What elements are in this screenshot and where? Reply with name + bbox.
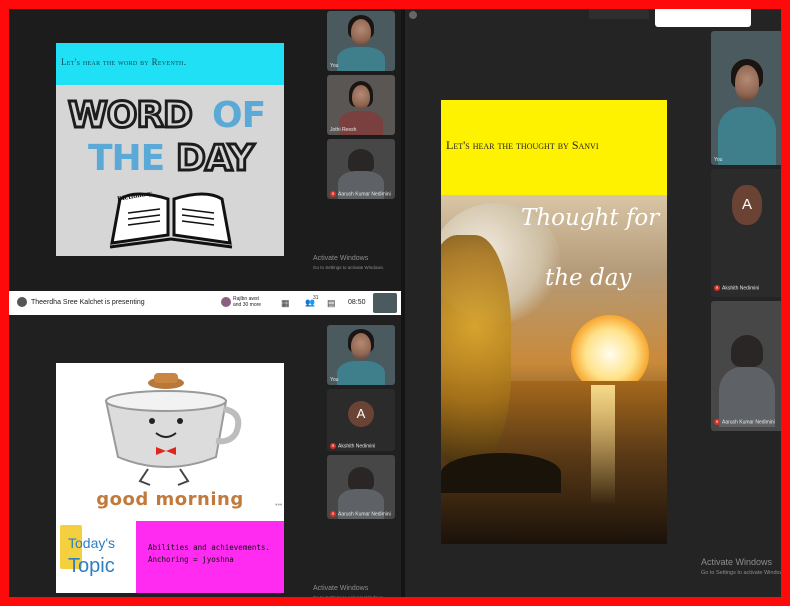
mic-off-icon: ✕ (330, 442, 336, 449)
activate-windows-subtitle: Go to Settings to activate Windows. (701, 570, 788, 576)
participant-tile[interactable]: You (711, 31, 781, 165)
mic-off-icon: ✕ (330, 190, 336, 197)
activate-windows-subtitle: Go to Settings to activate Windows. (313, 595, 385, 600)
people-avatar (221, 297, 231, 307)
activate-windows-title: Activate Windows (701, 557, 773, 567)
todays-topic-logo: Today's Topic (56, 521, 130, 593)
search-field[interactable] (655, 9, 751, 27)
chat-icon[interactable]: ▤ (327, 298, 336, 309)
participant-tile[interactable]: ✕ Aarush Kumar Nedimini (327, 139, 395, 199)
good-morning-slide: good morning Today's Topic Abilities and… (56, 363, 284, 593)
mic-off-icon: ✕ (330, 510, 336, 517)
screenshot-frame: Let's hear the word by Reventh. WORD OF … (0, 0, 790, 606)
thought-line-2: the day (545, 265, 632, 291)
participant-name: You (714, 157, 723, 163)
word-title-of: OF (212, 95, 266, 136)
participant-avatar: A (348, 401, 374, 427)
topic-line-1: Abilities and achievements. (148, 543, 270, 552)
activate-windows-title: Activate Windows (313, 585, 369, 592)
topic-label: Topic (68, 555, 115, 577)
mic-off-icon: ✕ (714, 284, 720, 291)
top-avatar (409, 11, 417, 19)
clock-time: 08:50 (348, 299, 366, 306)
word-title-word: WORD (67, 94, 195, 138)
word-caption-bar: Let's hear the word by Reventh. (56, 43, 284, 85)
participant-name: You (330, 63, 339, 69)
participant-name: ✕ Akshith Nedimini (330, 442, 376, 449)
participant-name: Jothi Reesh (330, 127, 357, 133)
presenter-avatar (17, 297, 27, 307)
top-toolbar-fragment (589, 9, 649, 19)
word-title-the: THE (88, 138, 165, 179)
participant-avatar: A (732, 185, 762, 225)
word-of-the-day-slide: Let's hear the word by Reventh. WORD OF … (56, 43, 284, 256)
thought-line-1: Thought for (521, 205, 660, 231)
good-morning-text: good morning (96, 489, 244, 510)
word-title-day: DAY (174, 137, 255, 181)
people-text: Rajlbn awst and 30 more (233, 296, 262, 308)
participant-tile[interactable]: Jothi Reesh (327, 75, 395, 135)
participant-tile[interactable]: You (327, 11, 395, 71)
todays-label: Today's (68, 535, 116, 551)
thought-of-the-day-slide: Let's hear the thought by Sanvi Thought … (441, 100, 667, 544)
meeting-window-word: Let's hear the word by Reventh. WORD OF … (9, 9, 401, 291)
participant-name: You (330, 377, 339, 383)
self-view-thumbnail[interactable] (373, 293, 397, 313)
participant-name: ✕ Akshith Nedimini (714, 284, 760, 291)
thought-caption-bar: Let's hear the thought by Sanvi (441, 100, 667, 195)
participant-name: ✕ Aarush Kumar Nedimini (330, 190, 391, 197)
participant-tile[interactable]: ✕ Aarush Kumar Nedimini (711, 301, 781, 431)
participant-tile[interactable]: ✕ Aarush Kumar Nedimini (327, 455, 395, 519)
thought-caption: Let's hear the thought by Sanvi (446, 138, 599, 152)
sunset-image: Thought for the day (441, 195, 667, 544)
topic-line-2: Anchoring = jyoshna (148, 555, 234, 564)
participant-count: 31 (313, 295, 319, 301)
activate-windows-subtitle: Go to Settings to activate Windows. (313, 265, 385, 270)
presenting-toolbar: Theerdha Sree Kalchet is presenting Rajl… (9, 291, 401, 315)
mic-off-icon: ✕ (714, 418, 720, 425)
participant-tile[interactable]: A ✕ Akshith Nedimini (711, 169, 781, 297)
grid-icon[interactable]: ▦ (281, 298, 290, 309)
participant-name: ✕ Aarush Kumar Nedimini (330, 510, 391, 517)
presenting-label: Theerdha Sree Kalchet is presenting (31, 299, 145, 306)
coffee-cup-icon (104, 373, 242, 486)
word-caption: Let's hear the word by Reventh. (61, 57, 187, 67)
topic-box: Abilities and achievements. Anchoring = … (136, 521, 284, 593)
participant-tile[interactable]: A ✕ Akshith Nedimini (327, 389, 395, 451)
participant-name: ✕ Aarush Kumar Nedimini (714, 418, 775, 425)
meeting-window-thought: Let's hear the thought by Sanvi Thought … (405, 9, 788, 597)
participant-tile[interactable]: You (327, 325, 395, 385)
tree-shape (441, 235, 511, 465)
more-options-icon[interactable]: ••• (275, 502, 282, 509)
activate-windows-title: Activate Windows (313, 255, 369, 262)
meeting-window-morning: Theerdha Sree Kalchet is presenting Rajl… (9, 291, 401, 600)
